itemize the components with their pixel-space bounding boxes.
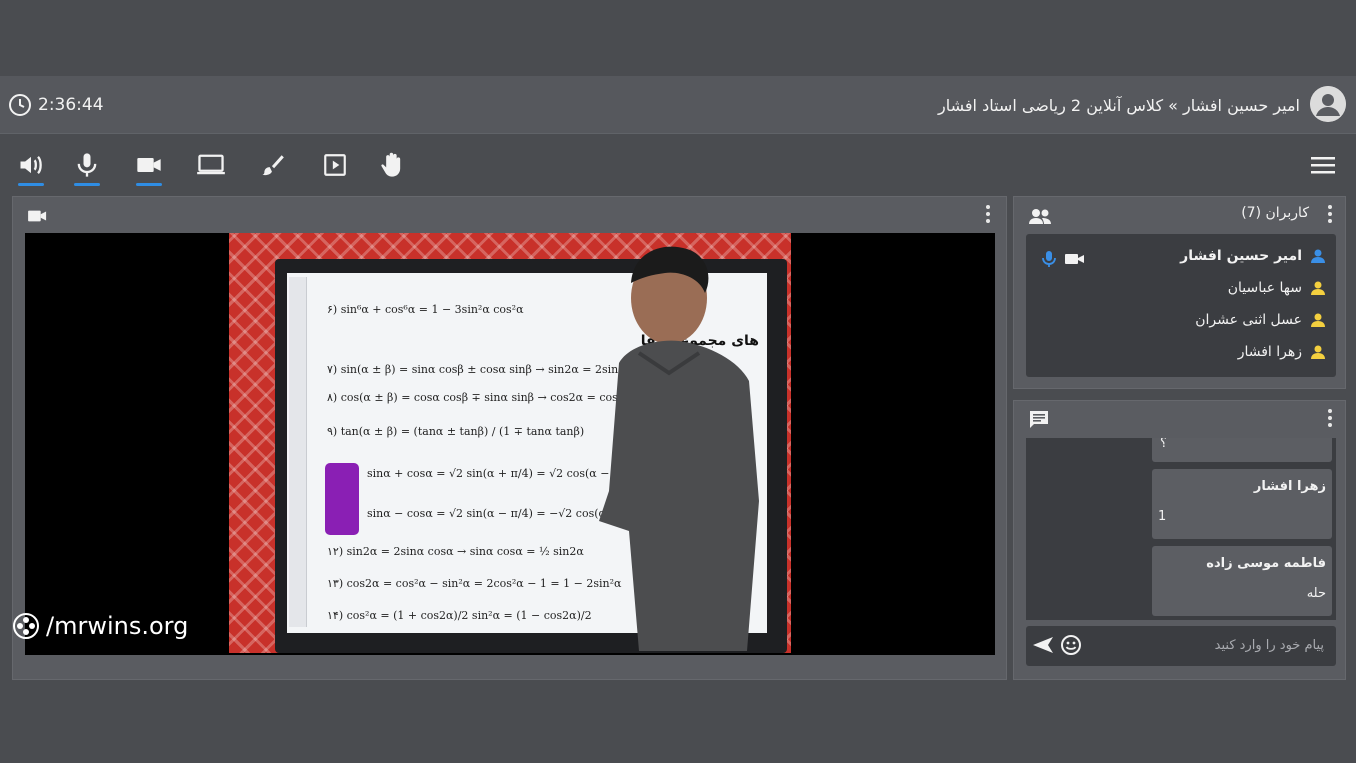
chat-placeholder: پیام خود را وارد کنید bbox=[1214, 638, 1324, 653]
video-frame: های مجموع و تفا ۶) sin⁶α + cos⁶α = 1 − 3… bbox=[229, 233, 791, 653]
dot bbox=[1328, 423, 1332, 427]
message-body: 1 bbox=[1158, 509, 1167, 524]
dot bbox=[1328, 416, 1332, 420]
dot bbox=[1328, 205, 1332, 209]
equation-line: ۹) tan(α ± β) = (tanα ± tanβ) / (1 ∓ tan… bbox=[327, 425, 585, 438]
user-item[interactable]: امیر حسین افشار bbox=[1180, 244, 1326, 268]
board-toolbar bbox=[289, 277, 307, 627]
video-camera-icon bbox=[28, 210, 47, 222]
top-band bbox=[0, 0, 1356, 76]
user-icon bbox=[1311, 249, 1325, 263]
menu-button[interactable] bbox=[1310, 154, 1336, 176]
active-indicator bbox=[136, 183, 162, 186]
user-icon bbox=[1311, 313, 1325, 327]
equation-line: ۱۲) sin2α = 2sinα cosα → sinα cosα = ½ s… bbox=[327, 545, 584, 558]
chat-message: فاطمه موسی زاده حله bbox=[1152, 546, 1332, 616]
chat-message: ؟ bbox=[1152, 438, 1332, 462]
dot bbox=[986, 205, 990, 209]
watermark: /mrwins.org bbox=[12, 612, 188, 640]
screen-share-button[interactable] bbox=[196, 150, 226, 180]
dot bbox=[986, 219, 990, 223]
timer-text: 2:36:44 bbox=[38, 95, 104, 115]
chat-options-button[interactable] bbox=[1327, 409, 1333, 427]
users-panel: کاربران (7) امیر حسین افشار سها عباسیان … bbox=[1013, 196, 1346, 389]
chat-input[interactable]: پیام خود را وارد کنید bbox=[1026, 626, 1336, 666]
active-indicator bbox=[74, 183, 100, 186]
microphone-button[interactable] bbox=[72, 150, 102, 186]
media-button[interactable] bbox=[320, 150, 350, 180]
dot bbox=[1328, 212, 1332, 216]
microphone-icon bbox=[77, 153, 97, 177]
send-icon[interactable] bbox=[1032, 635, 1054, 655]
users-title: کاربران (7) bbox=[1241, 205, 1309, 221]
equation-line: sinα + cosα = √2 sin(α + π/4) = √2 cos(α… bbox=[367, 467, 636, 480]
message-body: حله bbox=[1306, 586, 1326, 601]
dot bbox=[1328, 409, 1332, 413]
chat-icon bbox=[1030, 411, 1048, 428]
video-stream: های مجموع و تفا ۶) sin⁶α + cos⁶α = 1 − 3… bbox=[25, 233, 995, 655]
hamburger-icon bbox=[1311, 157, 1335, 174]
user-icon bbox=[1311, 281, 1325, 295]
user-item[interactable]: زهرا افشار bbox=[1238, 340, 1326, 364]
whiteboard-button[interactable] bbox=[258, 150, 288, 180]
raise-hand-icon bbox=[381, 152, 401, 177]
highlight-mark bbox=[325, 463, 359, 535]
users-options-button[interactable] bbox=[1327, 205, 1333, 223]
camera-button[interactable] bbox=[134, 150, 164, 186]
chat-message: زهرا افشار 1 bbox=[1152, 469, 1332, 539]
dot bbox=[1328, 219, 1332, 223]
user-name: زهرا افشار bbox=[1237, 344, 1302, 360]
user-avatar-icon bbox=[1310, 86, 1346, 122]
my-media-status bbox=[1042, 250, 1086, 268]
message-body: ؟ bbox=[1160, 438, 1167, 451]
toolbar bbox=[0, 134, 1356, 194]
user-item[interactable]: سها عباسیان bbox=[1228, 276, 1326, 300]
video-options-button[interactable] bbox=[985, 205, 991, 223]
emoji-icon[interactable] bbox=[1060, 634, 1082, 656]
user-name: سها عباسیان bbox=[1227, 280, 1302, 296]
header-bar: 2:36:44 امیر حسین افشار » کلاس آنلاین 2 … bbox=[0, 76, 1356, 134]
dot bbox=[986, 212, 990, 216]
screen-share-icon bbox=[197, 154, 225, 175]
user-name: عسل اثنی عشران bbox=[1195, 312, 1302, 328]
camera-icon[interactable] bbox=[1064, 251, 1086, 267]
microphone-icon[interactable] bbox=[1042, 250, 1056, 268]
message-author: فاطمه موسی زاده bbox=[1206, 556, 1326, 571]
equation-line: ۱۴) cos²α = (1 + cos2α)/2 sin²α = (1 − c… bbox=[327, 609, 592, 622]
user-name: امیر حسین افشار bbox=[1180, 248, 1302, 264]
raise-hand-button[interactable] bbox=[377, 150, 407, 180]
video-panel: های مجموع و تفا ۶) sin⁶α + cos⁶α = 1 − 3… bbox=[12, 196, 1007, 680]
avatar[interactable] bbox=[1310, 86, 1346, 122]
user-item[interactable]: عسل اثنی عشران bbox=[1195, 308, 1326, 332]
teacher-figure bbox=[599, 246, 759, 651]
equation-line: ۱۳) cos2α = cos²α − sin²α = 2cos²α − 1 =… bbox=[327, 577, 622, 590]
film-reel-icon bbox=[13, 613, 39, 639]
play-icon bbox=[324, 154, 346, 176]
brush-icon bbox=[262, 155, 284, 176]
speaker-icon bbox=[20, 156, 42, 174]
active-indicator bbox=[18, 183, 44, 186]
camera-icon bbox=[137, 158, 161, 172]
session-timer: 2:36:44 bbox=[8, 93, 104, 117]
speaker-button[interactable] bbox=[16, 150, 46, 186]
message-author: زهرا افشار bbox=[1253, 479, 1326, 494]
watermark-text: /mrwins.org bbox=[46, 612, 189, 640]
equation-line: ۶) sin⁶α + cos⁶α = 1 − 3sin²α cos²α bbox=[327, 303, 524, 316]
clock-icon bbox=[9, 94, 31, 116]
chat-log[interactable]: ؟ زهرا افشار 1 فاطمه موسی زاده حله bbox=[1026, 438, 1336, 620]
users-list: امیر حسین افشار سها عباسیان عسل اثنی عشر… bbox=[1026, 234, 1336, 377]
breadcrumb: امیر حسین افشار » کلاس آنلاین 2 ریاضی اس… bbox=[938, 96, 1300, 115]
chat-panel: ؟ زهرا افشار 1 فاطمه موسی زاده حله پیام … bbox=[1013, 400, 1346, 680]
users-icon bbox=[1029, 209, 1051, 224]
user-icon bbox=[1311, 345, 1325, 359]
